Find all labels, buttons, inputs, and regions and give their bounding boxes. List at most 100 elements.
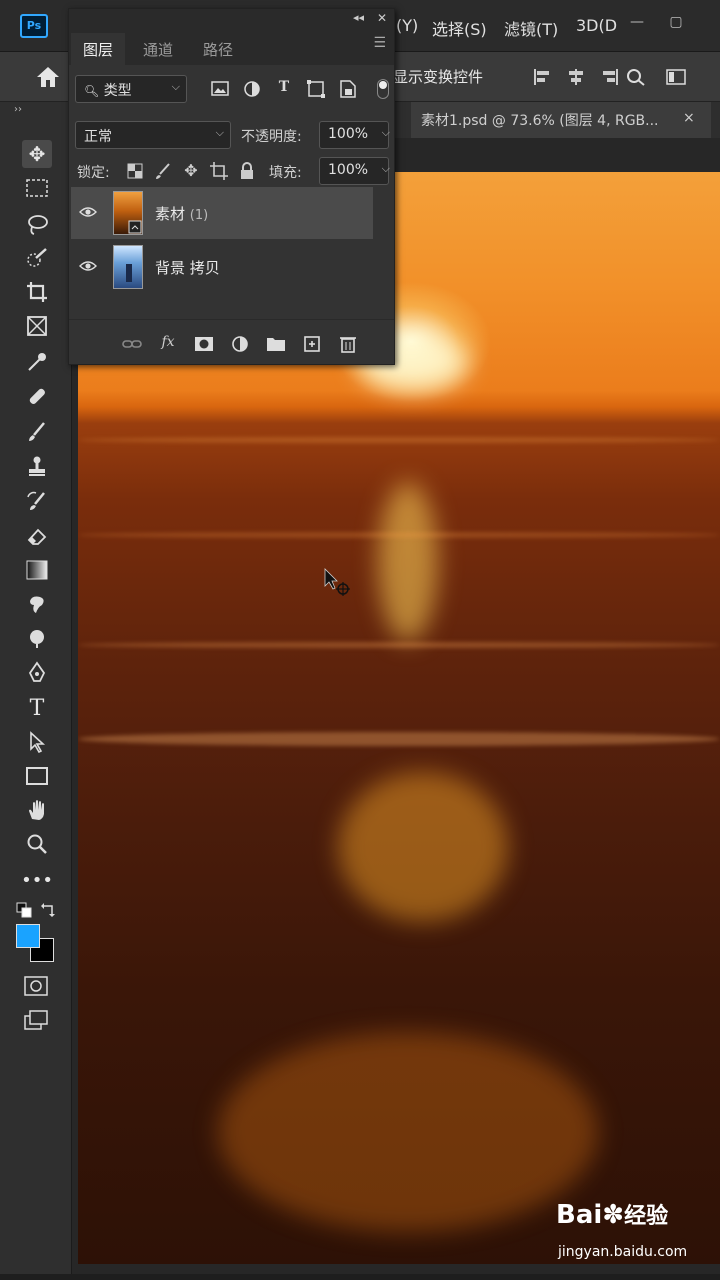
lock-position-icon[interactable]: ✥ <box>181 161 201 181</box>
panel-tabs: 图层 通道 路径 <box>69 25 394 65</box>
expand-toolbar-icon[interactable]: ›› <box>14 104 22 115</box>
foreground-color-swatch[interactable] <box>16 924 40 948</box>
opacity-label: 不透明度: <box>241 129 302 145</box>
trash-icon[interactable] <box>337 334 359 354</box>
eye-icon[interactable] <box>79 259 97 273</box>
default-colors-icon[interactable] <box>16 902 32 918</box>
align-left-icon[interactable] <box>532 68 552 86</box>
rectangle-tool-icon[interactable] <box>22 762 52 790</box>
close-document-icon[interactable]: × <box>683 110 695 126</box>
fill-input[interactable]: 100% ⌵ <box>319 157 390 185</box>
document-tab[interactable]: 素材1.psd @ 73.6% (图层 4, RGB... <box>411 102 711 138</box>
eraser-tool-icon[interactable] <box>22 522 52 550</box>
maximize-icon[interactable]: ▢ <box>665 14 687 32</box>
menu-item-select[interactable]: 选择(S) <box>432 16 487 40</box>
wave-line <box>78 437 720 443</box>
swap-colors-icon[interactable] <box>40 902 56 918</box>
menu-item-image[interactable]: (Y) <box>396 16 418 35</box>
lock-row: 锁定: ✥ 填充: 100% ⌵ <box>75 157 390 185</box>
align-center-icon[interactable] <box>566 68 586 86</box>
home-icon[interactable] <box>34 64 62 90</box>
hand-tool-icon[interactable] <box>22 796 52 824</box>
layer-row-material[interactable]: 素材 (1) <box>71 187 373 239</box>
brush-tool-icon[interactable] <box>22 418 52 446</box>
minimize-icon[interactable]: — <box>626 14 648 32</box>
lasso-tool-icon[interactable] <box>22 210 52 238</box>
layer-name-text: 素材 <box>155 205 186 223</box>
document-tab-strip: 素材1.psd @ 73.6% (图层 4, RGB... <box>395 102 720 138</box>
photoshop-logo-icon: Ps <box>20 14 48 38</box>
quick-mask-icon[interactable] <box>24 976 48 996</box>
baidu-jingyan-watermark: Bai✽经验 jingyan.baidu.com <box>556 1198 687 1260</box>
filter-type-dropdown[interactable]: 🔍︎ 类型 ⌵ <box>75 75 187 103</box>
marquee-tool-icon[interactable] <box>22 174 52 202</box>
type-filter-icon[interactable]: T <box>273 79 295 99</box>
lock-all-icon[interactable] <box>237 161 257 181</box>
link-icon[interactable] <box>121 334 143 354</box>
history-brush-tool-icon[interactable] <box>22 488 52 516</box>
pen-tool-icon[interactable] <box>22 658 52 686</box>
shore-reflection <box>338 772 508 922</box>
panel-header: ◂◂ ✕ <box>69 9 394 25</box>
align-right-icon[interactable] <box>600 68 620 86</box>
frame-tool-icon[interactable] <box>22 312 52 340</box>
thumbnail-figure <box>126 264 132 282</box>
healing-brush-tool-icon[interactable] <box>22 382 52 410</box>
quick-selection-tool-icon[interactable] <box>22 244 52 272</box>
watermark-brand-cn: 经验 <box>624 1204 669 1229</box>
gradient-tool-icon[interactable] <box>22 556 52 584</box>
smart-object-filter-icon[interactable] <box>337 79 359 99</box>
layer-thumbnail <box>113 245 143 289</box>
collapse-panel-icon[interactable]: ◂◂ <box>353 11 364 24</box>
opacity-value: 100% <box>328 126 369 142</box>
pixel-filter-icon[interactable] <box>209 79 231 99</box>
blend-mode-value: 正常 <box>84 129 112 145</box>
menu-item-3d[interactable]: 3D(D <box>576 16 617 35</box>
adjustment-filter-icon[interactable] <box>241 79 263 99</box>
tools-panel: ›› ✥ T ••• <box>0 102 72 1274</box>
adjustment-icon[interactable] <box>229 334 251 354</box>
folder-icon[interactable] <box>265 334 287 354</box>
fx-icon[interactable]: fx <box>157 334 179 354</box>
blend-row: 正常 ⌵ 不透明度: 100% ⌵ <box>75 121 390 149</box>
panel-menu-icon[interactable]: ☰ <box>373 35 386 51</box>
type-tool-icon[interactable]: T <box>22 694 52 722</box>
menu-item-filter[interactable]: 滤镜(T) <box>504 16 558 40</box>
tab-paths[interactable]: 路径 <box>191 33 245 65</box>
zoom-tool-icon[interactable] <box>22 830 52 858</box>
layer-name-suffix: (1) <box>189 208 209 223</box>
crop-tool-icon[interactable] <box>22 278 52 306</box>
opacity-input[interactable]: 100% ⌵ <box>319 121 390 149</box>
path-selection-tool-icon[interactable] <box>22 728 52 756</box>
shape-filter-icon[interactable] <box>305 79 327 99</box>
new-layer-icon[interactable] <box>301 334 323 354</box>
screen-mode-icon[interactable] <box>24 1010 48 1030</box>
panel-bottom-bar: fx <box>69 319 394 365</box>
move-tool-icon[interactable]: ✥ <box>22 140 52 168</box>
filter-toggle[interactable] <box>377 79 389 99</box>
blur-tool-icon[interactable] <box>22 590 52 618</box>
wave-line <box>78 732 720 746</box>
eye-icon[interactable] <box>79 205 97 219</box>
dodge-tool-icon[interactable] <box>22 624 52 652</box>
close-panel-icon[interactable]: ✕ <box>377 11 387 25</box>
more-tools-icon[interactable]: ••• <box>21 866 53 894</box>
lock-transparency-icon[interactable] <box>125 161 145 181</box>
search-icon[interactable] <box>626 68 646 86</box>
mask-icon[interactable] <box>193 334 215 354</box>
watermark-brand: Bai <box>556 1200 603 1230</box>
sun-reflection <box>378 482 438 642</box>
layer-row-background-copy[interactable]: 背景 拷贝 <box>71 241 373 293</box>
show-transform-label: 显示变换控件 <box>393 68 484 86</box>
blend-mode-dropdown[interactable]: 正常 ⌵ <box>75 121 231 149</box>
chevron-down-icon: ⌵ <box>215 126 224 139</box>
clone-stamp-tool-icon[interactable] <box>22 452 52 480</box>
lock-image-pixels-icon[interactable] <box>153 161 173 181</box>
workspace-icon[interactable] <box>666 68 686 86</box>
tab-layers[interactable]: 图层 <box>71 33 126 65</box>
wave-line <box>78 532 720 538</box>
eyedropper-tool-icon[interactable] <box>22 348 52 376</box>
lock-artboard-icon[interactable] <box>209 161 229 181</box>
layers-panel: ◂◂ ✕ 图层 通道 路径 ☰ 🔍︎ 类型 ⌵ T 正常 ⌵ 不透明度: 100… <box>68 8 395 365</box>
tab-channels[interactable]: 通道 <box>131 33 185 65</box>
